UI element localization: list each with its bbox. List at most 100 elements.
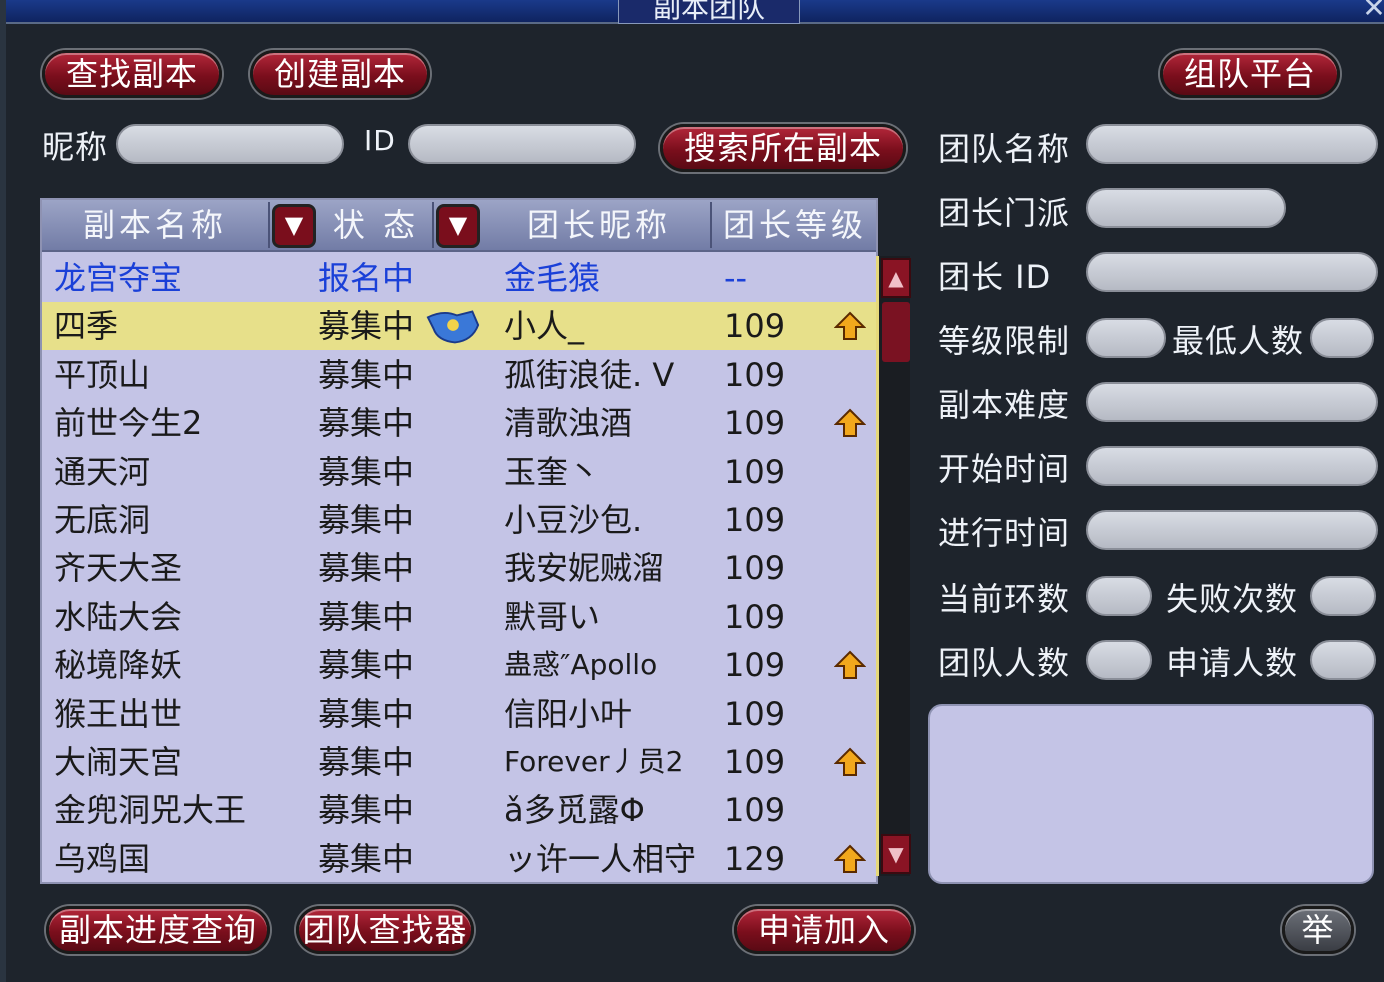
fail-count-field: [1310, 576, 1376, 616]
start-time-field: [1086, 446, 1378, 486]
sort-status-chevron-down-icon[interactable]: ▼: [436, 204, 480, 248]
cell-leader: 孤街浪徒. V: [504, 355, 675, 394]
table-row[interactable]: 龙宫夺宝 报名中 金毛猿 --: [42, 254, 876, 302]
cell-name: 大闹天宫: [54, 743, 183, 781]
instance-progress-button[interactable]: 副本进度查询: [46, 906, 270, 954]
level-up-arrow-icon: [834, 844, 866, 873]
find-instance-button[interactable]: 查找副本: [42, 50, 222, 98]
nickname-label: 昵称: [42, 128, 109, 166]
table-row[interactable]: 金兜洞兕大王 募集中 ǎ多觅露Φ 109: [42, 786, 876, 834]
table-row[interactable]: 猴王出世 募集中 信阳小叶 109: [42, 690, 876, 738]
cell-level: 109: [724, 791, 786, 830]
cell-status: 募集中: [318, 791, 415, 830]
report-button[interactable]: 举: [1282, 906, 1354, 954]
table-row[interactable]: 无底洞 募集中 小豆沙包. 109: [42, 496, 876, 544]
applicants-field: [1310, 640, 1376, 680]
min-members-label: 最低人数: [1172, 322, 1305, 360]
difficulty-label: 副本难度: [938, 386, 1071, 424]
cell-name: 金兜洞兕大王: [54, 791, 247, 830]
cell-name: 乌鸡国: [54, 839, 151, 878]
start-time-label: 开始时间: [938, 450, 1071, 488]
table-row[interactable]: 水陆大会 募集中 默哥い 109: [42, 593, 876, 641]
level-up-arrow-icon: [834, 747, 866, 776]
cell-leader: ッ许一人相守: [504, 839, 697, 878]
cell-level: 109: [724, 452, 786, 491]
cell-leader: 信阳小叶: [504, 694, 633, 733]
current-round-label: 当前环数: [938, 580, 1071, 618]
cell-name: 无底洞: [54, 501, 151, 539]
min-members-field: [1310, 318, 1374, 358]
table-row[interactable]: 平顶山 募集中 孤街浪徒. V 109: [42, 351, 876, 399]
id-input[interactable]: [408, 124, 636, 164]
cell-name: 猴王出世: [54, 694, 183, 733]
scroll-down-icon[interactable]: ▼: [881, 834, 911, 874]
scroll-up-icon[interactable]: ▲: [881, 258, 911, 298]
cell-leader: 小豆沙包.: [504, 501, 643, 539]
scroll-thumb[interactable]: [882, 302, 910, 362]
table-row[interactable]: 齐天大圣 募集中 我安妮贼溜 109: [42, 544, 876, 592]
search-instance-button[interactable]: 搜索所在副本: [660, 124, 906, 172]
table-scrollbar[interactable]: ▲ ▼: [876, 256, 911, 876]
cell-name: 通天河: [54, 452, 151, 491]
applicants-label: 申请人数: [1166, 644, 1299, 682]
team-platform-button[interactable]: 组队平台: [1160, 50, 1340, 98]
cell-level: 109: [724, 355, 786, 394]
cell-status: 募集中: [318, 452, 415, 491]
level-up-arrow-icon: [834, 650, 866, 680]
close-icon[interactable]: ✕: [1358, 0, 1384, 22]
leader-id-label: 团长 ID: [938, 258, 1052, 296]
table-row[interactable]: 乌鸡国 募集中 ッ许一人相守 129: [42, 835, 876, 883]
cell-leader: ǎ多觅露Φ: [504, 791, 645, 830]
table-row[interactable]: 前世今生2 募集中 清歌浊酒 109: [42, 399, 876, 447]
cell-status: 募集中: [318, 646, 415, 685]
cell-name: 秘境降妖: [54, 646, 183, 685]
cell-leader: 小人_: [504, 307, 585, 346]
level-up-arrow-icon: [834, 408, 866, 438]
cell-status: 募集中: [318, 839, 415, 878]
cell-status: 报名中: [318, 259, 415, 297]
cell-status: 募集中: [318, 501, 415, 539]
instance-table: 副本名称 ▼ 状 态 ▼ 团长昵称 团长等级 龙宫夺宝 报名中 金毛猿 -- 四季 募集中…: [40, 198, 878, 884]
cell-level: 109: [724, 646, 786, 685]
fail-count-label: 失败次数: [1166, 580, 1299, 618]
column-leader-level[interactable]: 团长等级: [714, 202, 876, 248]
cell-name: 齐天大圣: [54, 549, 183, 588]
cell-leader: 玉奎丶: [504, 452, 601, 491]
table-row[interactable]: 通天河 募集中 玉奎丶 109: [42, 448, 876, 496]
cell-level: 109: [724, 743, 786, 781]
table-row[interactable]: 秘境降妖 募集中 蛊惑″Apollo 109: [42, 641, 876, 689]
cell-level: 109: [724, 694, 786, 733]
table-row[interactable]: 大闹天宫 募集中 Forever丿员2 109: [42, 738, 876, 786]
cell-status: 募集中: [318, 597, 415, 636]
cell-leader: 我安妮贼溜: [504, 549, 665, 588]
current-round-field: [1086, 576, 1152, 616]
cell-status: 募集中: [318, 743, 415, 781]
column-instance-name[interactable]: 副本名称: [42, 202, 270, 248]
cell-level: 109: [724, 307, 786, 346]
cell-level: 109: [724, 597, 786, 636]
column-leader-nickname[interactable]: 团长昵称: [488, 202, 712, 248]
create-instance-button[interactable]: 创建副本: [250, 50, 430, 98]
cell-status: 募集中: [318, 355, 415, 394]
apply-join-button[interactable]: 申请加入: [734, 906, 914, 954]
cell-status: 募集中: [318, 549, 415, 588]
cell-leader: 默哥い: [504, 597, 601, 636]
cell-leader: Forever丿员2: [504, 745, 684, 778]
cell-level: 109: [724, 404, 786, 443]
team-size-field: [1086, 640, 1152, 680]
team-finder-button[interactable]: 团队查找器: [296, 906, 474, 954]
table-row[interactable]: 四季 募集中 小人_ 109: [42, 302, 876, 351]
level-limit-label: 等级限制: [938, 322, 1071, 360]
table-header: 副本名称 ▼ 状 态 ▼ 团长昵称 团长等级: [42, 200, 876, 252]
sort-name-chevron-down-icon[interactable]: ▼: [272, 204, 316, 248]
cell-name: 前世今生2: [54, 404, 203, 443]
column-status[interactable]: 状 态: [320, 202, 434, 248]
leader-id-field: [1086, 252, 1378, 292]
leader-school-field: [1086, 188, 1286, 228]
cell-level: 109: [724, 549, 786, 588]
cell-name: 平顶山: [54, 355, 151, 394]
cell-leader: 金毛猿: [504, 259, 601, 297]
nickname-input[interactable]: [116, 124, 344, 164]
id-label: ID: [364, 124, 396, 157]
window-title: 副本团队: [618, 0, 800, 24]
